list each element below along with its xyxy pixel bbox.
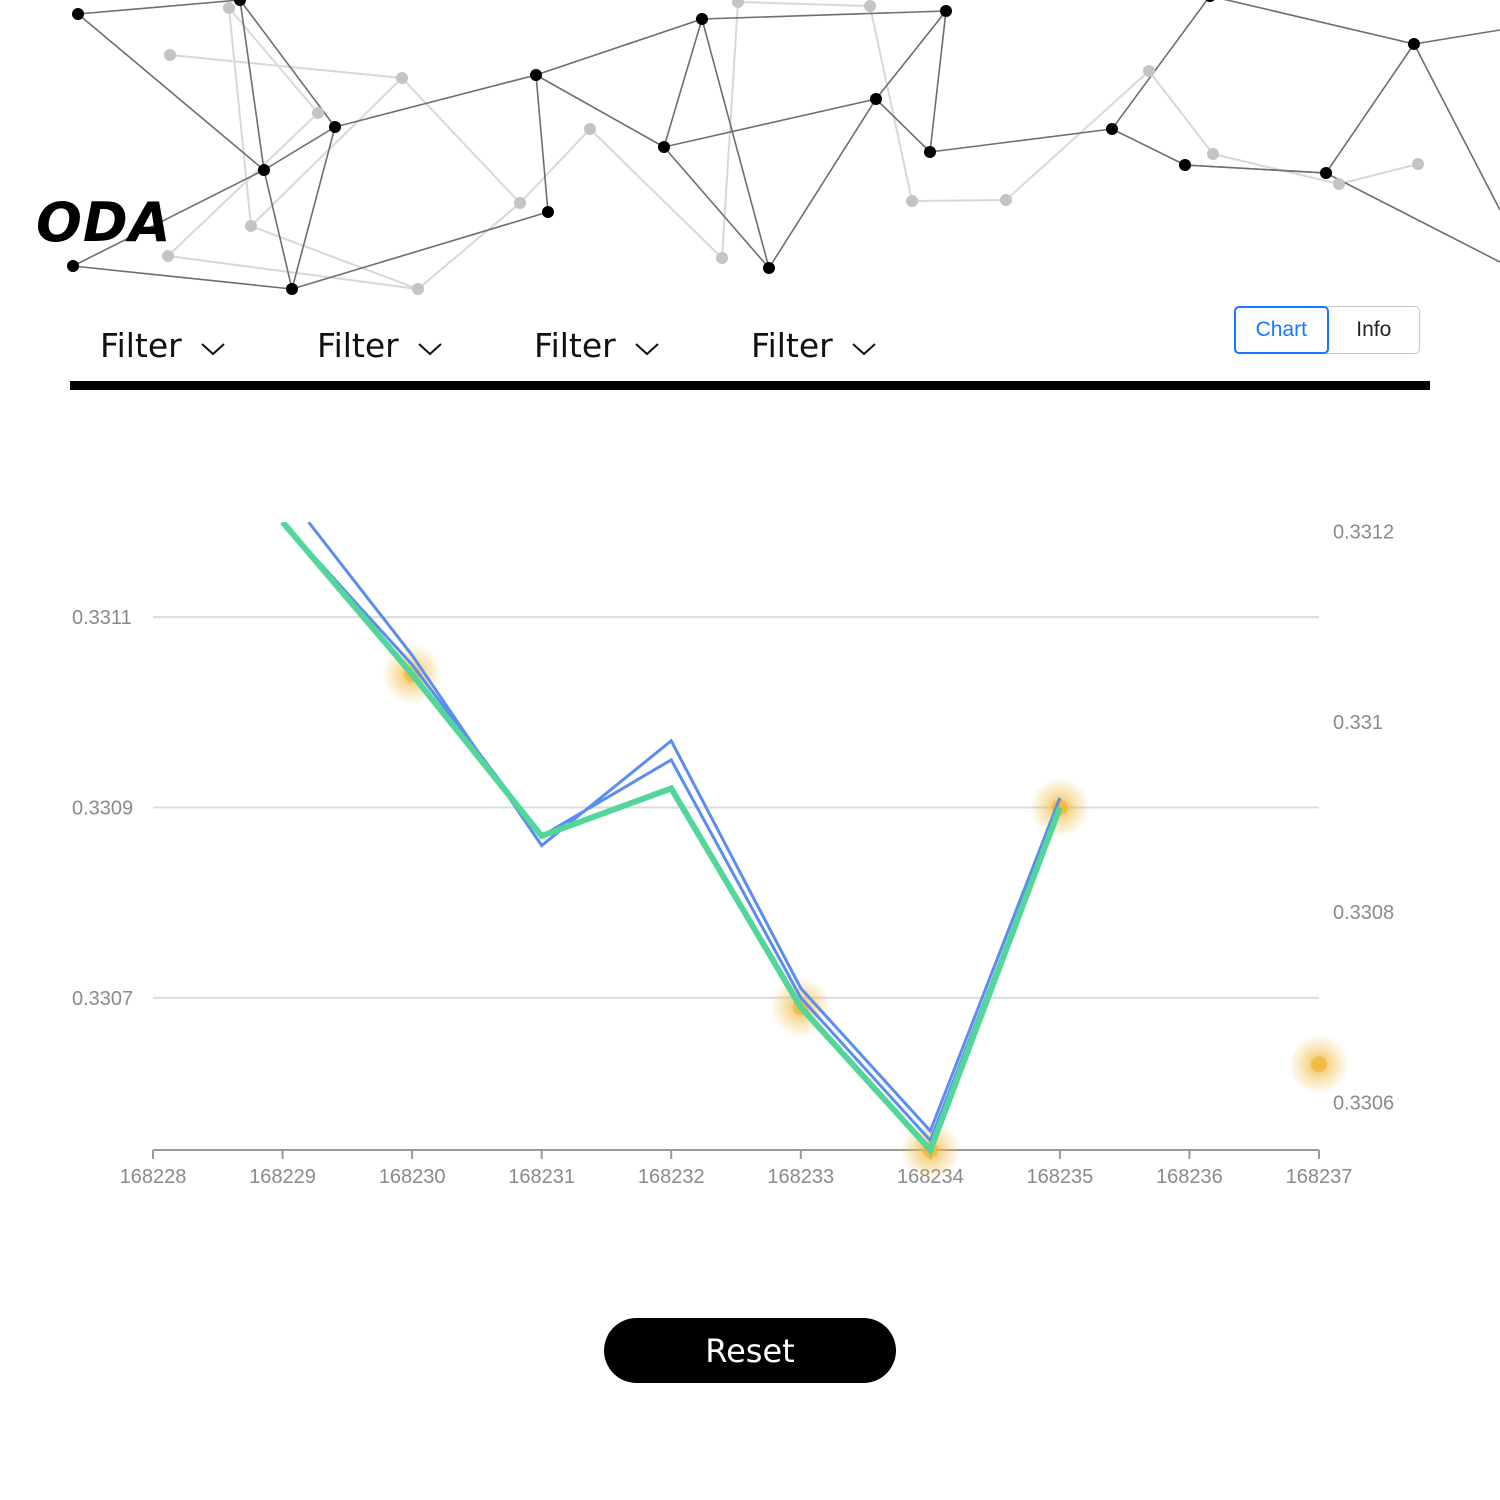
line-chart: 0.3311 0.3309 0.3307 0.3312 0.331 0.3308 0.330… [72, 522, 1394, 1188]
filter-label: Filter [100, 326, 182, 365]
chevron-down-icon [634, 326, 660, 365]
chart-tab[interactable]: Chart [1234, 306, 1329, 354]
y-tick-label-right: 0.331 [1333, 712, 1383, 734]
y-tick-label-left: 0.3311 [72, 607, 132, 629]
x-tick-label: 168229 [249, 1166, 316, 1188]
x-tick-label: 168237 [1286, 1166, 1353, 1188]
filter-label: Filter [317, 326, 399, 365]
y-tick-label-left: 0.3309 [72, 797, 133, 819]
chevron-down-icon [417, 326, 443, 365]
highlight-dot [1311, 1056, 1327, 1073]
x-tick-label: 168236 [1156, 1166, 1223, 1188]
view-toggle: Chart Info [1234, 306, 1420, 354]
y-tick-label-right: 0.3312 [1333, 522, 1394, 544]
filter-label: Filter [534, 326, 616, 365]
filter-dropdown-1[interactable]: Filter [100, 326, 317, 365]
series-line-2[interactable] [281, 522, 1062, 1144]
info-tab[interactable]: Info [1329, 307, 1420, 353]
filter-bar: Filter Filter Filter Filter [100, 326, 968, 365]
y-tick-label-left: 0.3307 [72, 988, 133, 1010]
x-tick-label: 168232 [638, 1166, 705, 1188]
network-graph-illustration [67, 0, 1500, 295]
x-tick-label: 168235 [1027, 1166, 1094, 1188]
y-tick-label-right: 0.3308 [1333, 902, 1394, 924]
x-tick-label: 168231 [508, 1166, 575, 1188]
header-divider [70, 381, 1430, 390]
filter-label: Filter [751, 326, 833, 365]
filter-dropdown-2[interactable]: Filter [317, 326, 534, 365]
x-tick-label: 168233 [767, 1166, 834, 1188]
x-tick-label: 168230 [379, 1166, 446, 1188]
filter-dropdown-3[interactable]: Filter [534, 326, 751, 365]
chevron-down-icon [851, 326, 877, 365]
chevron-down-icon [200, 326, 226, 365]
filter-dropdown-4[interactable]: Filter [751, 326, 968, 365]
x-tick-label: 168228 [120, 1166, 187, 1188]
logo: ODA [36, 191, 172, 254]
series-line-1[interactable] [307, 522, 1062, 1134]
reset-button[interactable]: Reset [604, 1318, 896, 1383]
y-tick-label-right: 0.3306 [1333, 1092, 1394, 1114]
